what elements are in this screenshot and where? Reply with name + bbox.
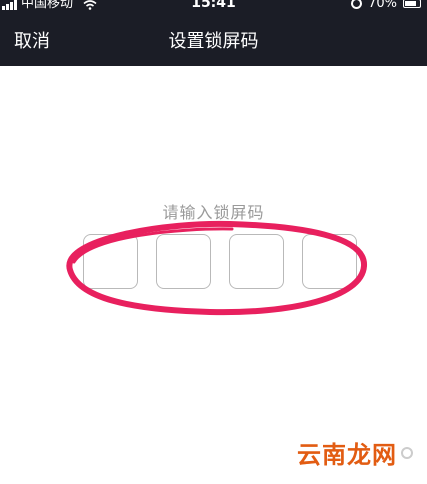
- code-digit-box-2[interactable]: [156, 234, 211, 289]
- status-right: 70%: [351, 0, 421, 10]
- lock-code-prompt: 请输入锁屏码: [162, 203, 265, 222]
- code-digit-box-4[interactable]: [302, 234, 357, 289]
- battery-icon: [403, 0, 421, 8]
- watermark-logo-icon: [401, 446, 413, 459]
- status-bar: 中国移动 15:41 70%: [0, 0, 427, 12]
- watermark-text: 云南龙网: [297, 441, 397, 469]
- page-title: 设置锁屏码: [168, 31, 259, 52]
- lock-code-screen: 中国移动 15:41 70% 取消 设置锁屏码 请输入锁屏码 云南龙网: [0, 0, 427, 484]
- rotation-lock-icon: [351, 0, 363, 9]
- lock-code-input[interactable]: [83, 234, 357, 291]
- nav-bar: 取消 设置锁屏码: [0, 12, 427, 66]
- header: 中国移动 15:41 70% 取消 设置锁屏码: [0, 0, 427, 66]
- battery-percent: 70%: [368, 0, 397, 11]
- code-digit-box-3[interactable]: [229, 234, 284, 289]
- watermark: 云南龙网: [297, 435, 413, 470]
- code-digit-box-1[interactable]: [83, 234, 138, 289]
